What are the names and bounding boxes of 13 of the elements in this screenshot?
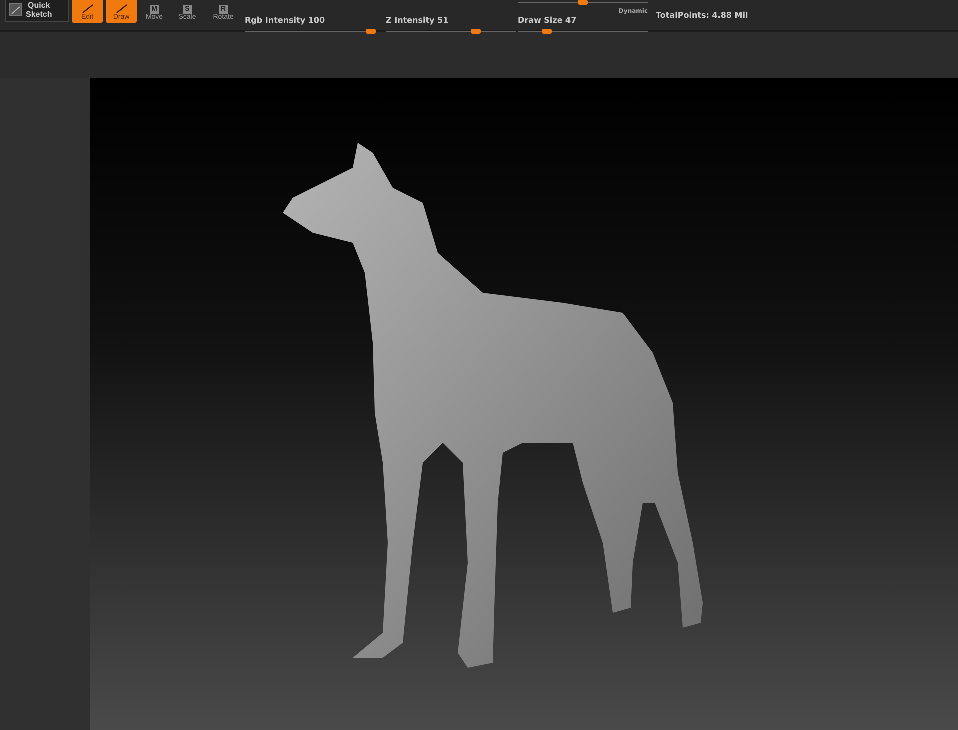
slider-thumb[interactable] — [470, 29, 481, 34]
quick-sketch-button[interactable]: Quick Sketch — [5, 0, 69, 22]
slider-thumb[interactable] — [542, 29, 552, 34]
tool-icon — [114, 4, 128, 14]
slider-label: Rgb Intensity 100 — [245, 16, 326, 25]
slider-label: Z Intensity 51 — [386, 16, 449, 25]
slider-thumb[interactable] — [366, 29, 376, 34]
tool-icon — [80, 4, 94, 14]
sketch-icon — [9, 3, 23, 17]
slider-thumb[interactable] — [578, 0, 588, 5]
total-points-text: TotalPoints: 4.88 Mil — [656, 11, 748, 20]
viewport-canvas[interactable] — [90, 78, 958, 730]
slider-label: Draw Size 47 — [518, 16, 577, 25]
